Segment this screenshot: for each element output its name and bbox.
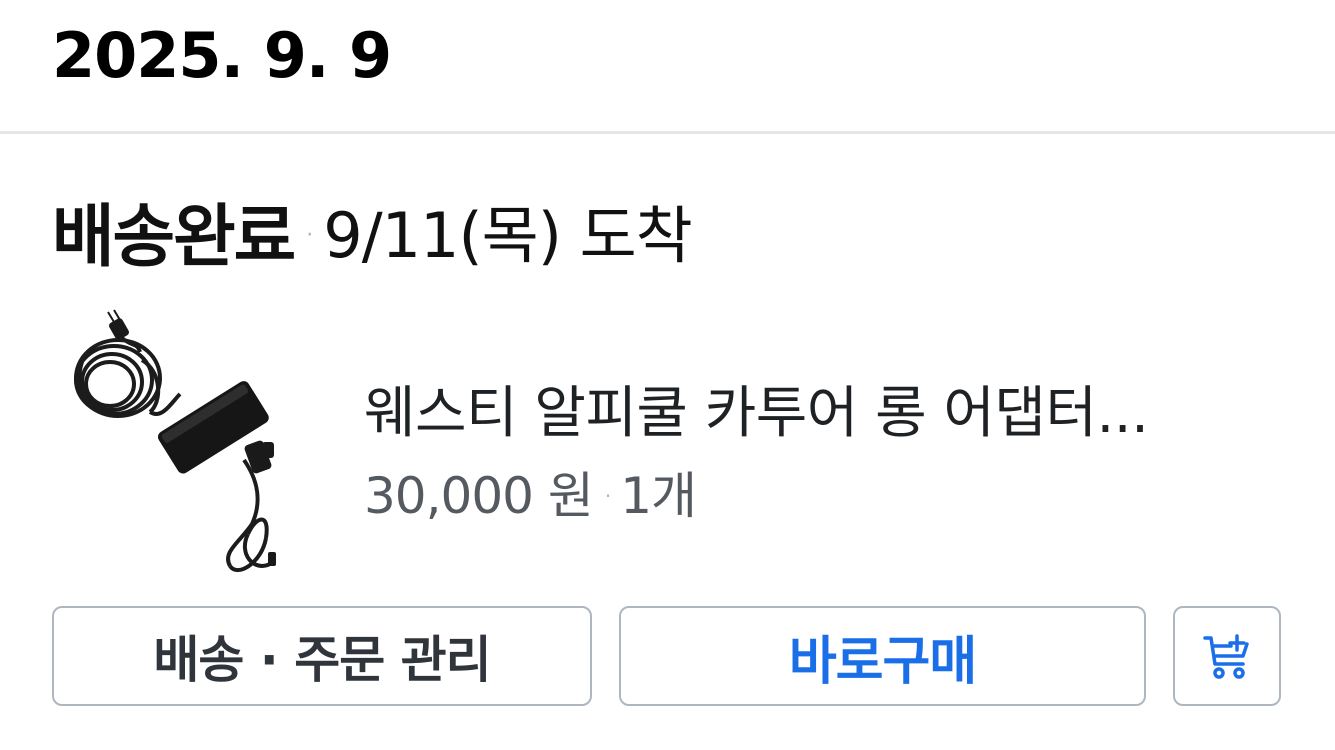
- delivery-status-row: 배송완료 · 9/11(목) 도착: [52, 190, 693, 277]
- order-date: 2025. 9. 9: [52, 19, 392, 92]
- product-meta: 30,000 원 · 1개: [364, 456, 697, 528]
- power-adapter-image: [74, 309, 276, 573]
- arrival-date: 9/11(목) 도착: [323, 199, 692, 272]
- product-quantity: 1개: [620, 467, 697, 525]
- cart-add-icon: [1203, 634, 1249, 679]
- product-price: 30,000 원: [364, 467, 594, 525]
- buy-now-button[interactable]: 바로구매: [619, 606, 1146, 706]
- status-separator: ·: [306, 222, 314, 248]
- delivery-status: 배송완료: [52, 197, 296, 277]
- product-image[interactable]: [62, 302, 312, 582]
- section-divider: [0, 131, 1335, 134]
- product-name[interactable]: 웨스티 알피쿨 카투어 롱 어댑터...: [364, 368, 1264, 449]
- add-to-cart-button[interactable]: [1173, 606, 1281, 706]
- delivery-order-manage-button[interactable]: 배송 · 주문 관리: [52, 606, 592, 706]
- meta-separator: ·: [604, 484, 611, 508]
